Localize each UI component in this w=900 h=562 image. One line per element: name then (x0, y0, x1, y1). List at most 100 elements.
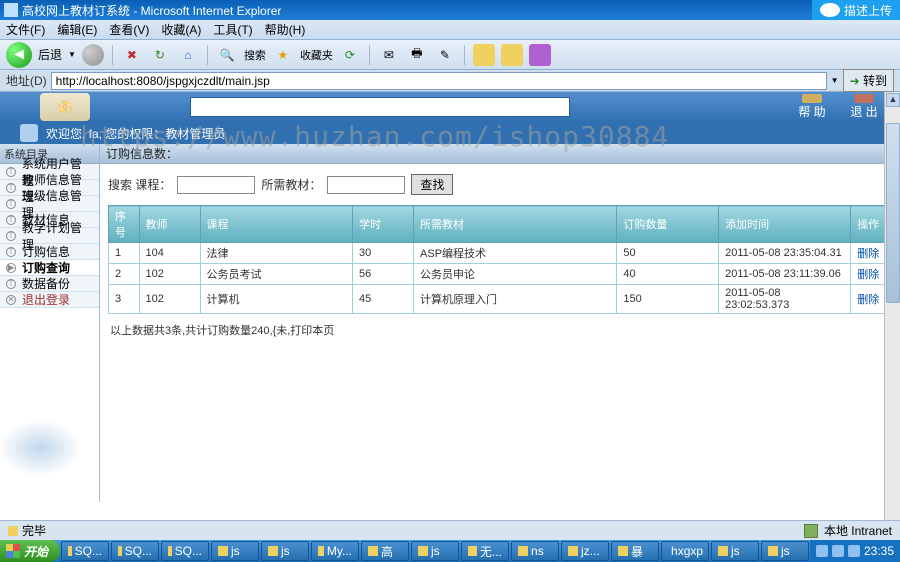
menu-favorites[interactable]: 收藏(A) (161, 21, 201, 38)
exit-button[interactable]: 退 出 (848, 94, 880, 120)
bullet-icon: ⊤ (6, 231, 16, 241)
bullet-icon: ⊤ (6, 199, 16, 209)
menu-file[interactable]: 文件(F) (6, 21, 45, 38)
search-course-input[interactable] (177, 176, 255, 194)
bullet-icon: ⊤ (6, 167, 16, 177)
search-icon[interactable]: 🔍 (216, 44, 238, 66)
mail-icon[interactable]: ✉ (378, 44, 400, 66)
scroll-up-icon[interactable]: ▲ (886, 93, 900, 107)
cell-book: 公务员申论 (414, 264, 617, 285)
tray-icon[interactable] (816, 545, 828, 557)
back-button[interactable]: ◄ (6, 42, 32, 68)
cloud-upload-badge[interactable]: 描述上传 (812, 0, 900, 20)
favorites-icon[interactable]: ★ (272, 44, 294, 66)
column-header: 序号 (109, 206, 140, 243)
task-icon (518, 546, 528, 556)
start-button[interactable]: 开始 (0, 540, 60, 562)
cell-course: 法律 (200, 243, 353, 264)
tray-icon[interactable] (848, 545, 860, 557)
sidebar-item-6[interactable]: ▶订购查询 (0, 260, 99, 276)
taskbar-item[interactable]: 高 (361, 541, 409, 561)
folder-icon[interactable] (473, 44, 495, 66)
folder-icon-2[interactable] (501, 44, 523, 66)
task-icon (318, 546, 324, 556)
cell-qty: 40 (617, 264, 719, 285)
taskbar-item[interactable]: My... (311, 541, 359, 561)
sidebar-item-label: 订购查询 (22, 259, 70, 276)
orders-table: 序号教师课程学时所需教材订购数量添加时间操作 1104法律30ASP编程技术50… (108, 205, 892, 314)
cell-teacher: 104 (139, 243, 200, 264)
header-search-input[interactable] (190, 97, 570, 117)
sidebar-item-8[interactable]: ✕退出登录 (0, 292, 99, 308)
search-button[interactable]: 查找 (411, 174, 453, 195)
taskbar-item[interactable]: hxgxp (661, 541, 709, 561)
back-dropdown-icon[interactable]: ▼ (68, 50, 76, 59)
tray-icon[interactable] (832, 545, 844, 557)
cell-teacher: 102 (139, 264, 200, 285)
bullet-icon: ✕ (6, 295, 16, 305)
address-input[interactable] (51, 72, 827, 90)
history-icon[interactable]: ⟳ (339, 44, 361, 66)
system-tray[interactable]: 23:35 (810, 540, 900, 562)
intranet-icon (804, 524, 818, 538)
task-icon (568, 546, 578, 556)
menu-edit[interactable]: 编辑(E) (57, 21, 97, 38)
sidebar-item-2[interactable]: ⊤班级信息管理 (0, 196, 99, 212)
help-button[interactable]: 帮 助 (796, 94, 828, 120)
search-book-input[interactable] (327, 176, 405, 194)
taskbar-item[interactable]: 暴 (611, 541, 659, 561)
taskbar-item[interactable]: ns (511, 541, 559, 561)
taskbar-item[interactable]: SQ... (161, 541, 209, 561)
welcome-text: 欢迎您, fa, 您的权限：教材管理员 (46, 125, 225, 142)
clock: 23:35 (864, 544, 894, 558)
cell-time: 2011-05-08 23:11:39.06 (719, 264, 851, 285)
content-area: 订购信息数： 搜索 课程： 所需教材： 查找 序号教师课程学时所需教材订购数量添… (100, 144, 900, 502)
bullet-icon: ⊤ (6, 247, 16, 257)
block-icon[interactable] (529, 44, 551, 66)
task-icon (618, 546, 628, 556)
home-button[interactable]: ⌂ (177, 44, 199, 66)
stop-button[interactable]: ✖ (121, 44, 143, 66)
address-dropdown-icon[interactable]: ▼ (831, 76, 839, 85)
forward-button[interactable] (82, 44, 104, 66)
sidebar-item-label: 数据备份 (22, 275, 70, 292)
taskbar-item[interactable]: js (411, 541, 459, 561)
sidebar: 系统目录 ⊤系统用户管理⊤教师信息管理⊤班级信息管理⊤教材信息⊤教学计划管理⊤订… (0, 144, 100, 502)
taskbar-item[interactable]: js (261, 541, 309, 561)
taskbar-item[interactable]: jz... (561, 541, 609, 561)
taskbar-item[interactable]: SQ... (111, 541, 159, 561)
menu-help[interactable]: 帮助(H) (265, 21, 306, 38)
avatar-icon (20, 124, 38, 142)
sidebar-item-4[interactable]: ⊤教学计划管理 (0, 228, 99, 244)
search-label-course: 搜索 课程： (108, 176, 171, 193)
refresh-button[interactable]: ↻ (149, 44, 171, 66)
done-icon (8, 526, 18, 536)
cell-book: 计算机原理入门 (414, 285, 617, 314)
app-header: 📀 帮 助 退 出 (0, 92, 900, 122)
edit-icon[interactable]: ✎ (434, 44, 456, 66)
menu-tools[interactable]: 工具(T) (213, 21, 252, 38)
cloud-icon (820, 3, 840, 17)
column-header: 所需教材 (414, 206, 617, 243)
search-label-book: 所需教材： (261, 176, 321, 193)
menu-view[interactable]: 查看(V) (109, 21, 149, 38)
cell-book: ASP编程技术 (414, 243, 617, 264)
scroll-thumb[interactable] (886, 123, 900, 303)
sidebar-item-7[interactable]: ⊤数据备份 (0, 276, 99, 292)
go-button[interactable]: ➜ 转到 (843, 69, 894, 92)
column-header: 学时 (353, 206, 414, 243)
column-header: 课程 (200, 206, 353, 243)
breadcrumb: 订购信息数： (100, 144, 900, 164)
print-icon[interactable]: 🖶 (406, 44, 428, 66)
cell-idx: 2 (109, 264, 140, 285)
taskbar-item[interactable]: 无... (461, 541, 509, 561)
column-header: 添加时间 (719, 206, 851, 243)
column-header: 教师 (139, 206, 200, 243)
taskbar-item[interactable]: js (211, 541, 259, 561)
taskbar-item[interactable]: SQ... (61, 541, 109, 561)
vertical-scrollbar[interactable]: ▲ (884, 92, 900, 520)
bullet-icon: ⊤ (6, 215, 16, 225)
table-row: 3102计算机45计算机原理入门1502011-05-08 23:02:53.3… (109, 285, 892, 314)
taskbar-item[interactable]: js (761, 541, 809, 561)
taskbar-item[interactable]: js (711, 541, 759, 561)
